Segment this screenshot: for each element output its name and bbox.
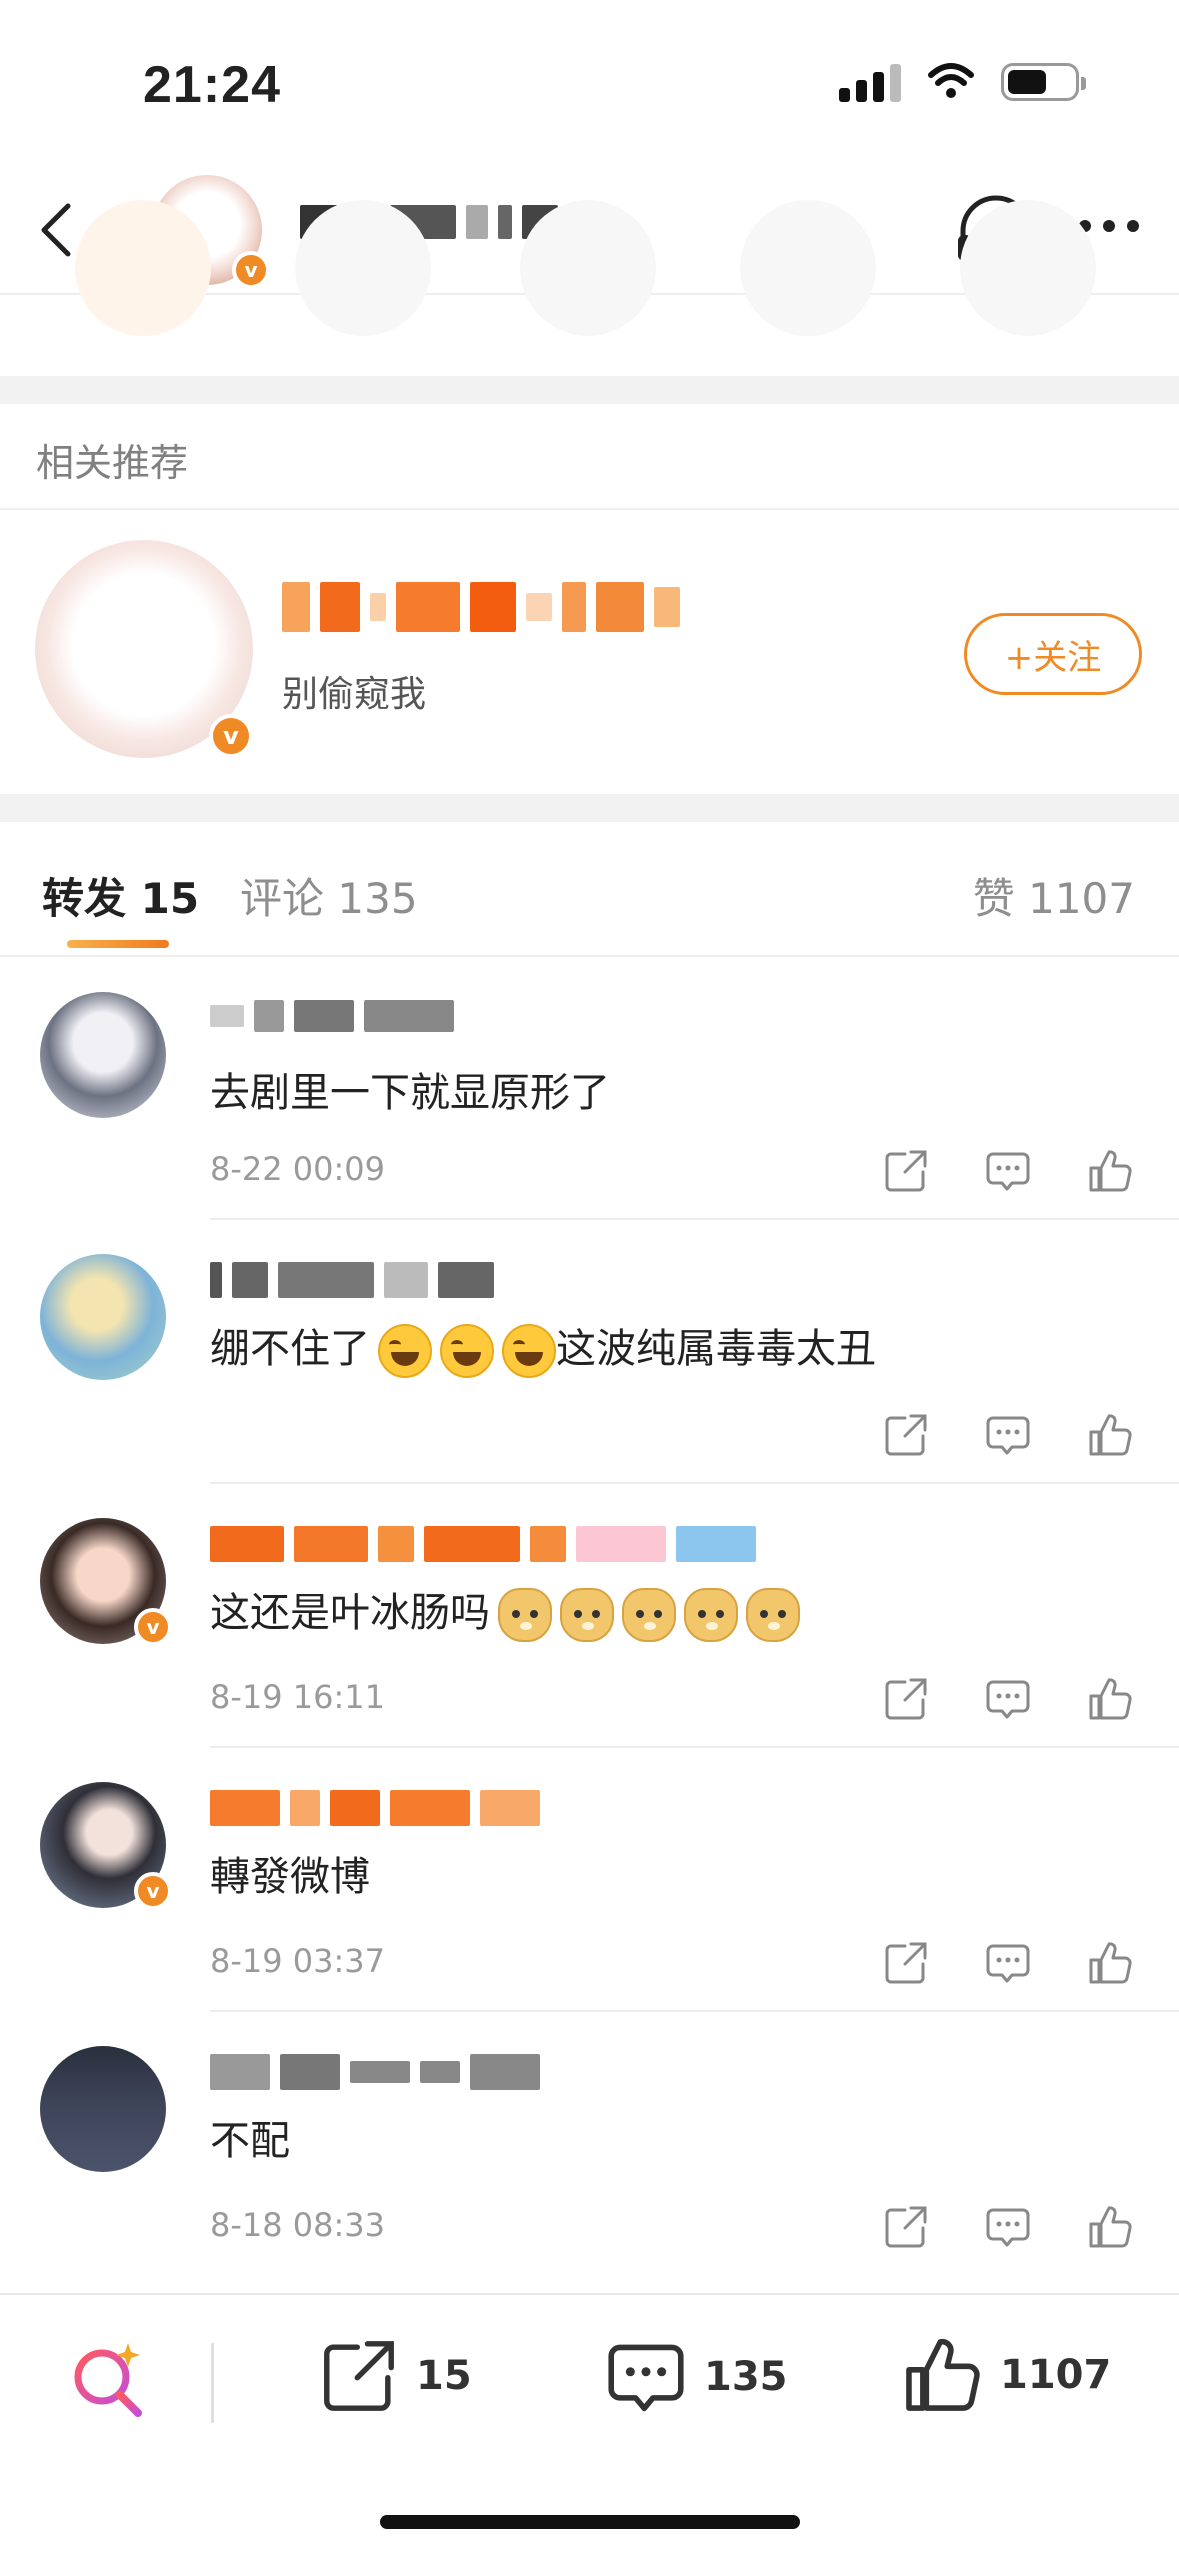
avatar[interactable]: v <box>40 1782 172 1910</box>
share-target-circle[interactable] <box>520 200 656 336</box>
battery-icon <box>1001 63 1086 101</box>
timestamp: 8-22 00:09 <box>210 1150 386 1188</box>
doge-emoji-icon <box>622 1588 676 1642</box>
comment-text: 轉發微博 <box>210 1854 370 1900</box>
laugh-cry-emoji-icon <box>378 1324 432 1378</box>
list-item[interactable]: 不配 8-18 08:33 <box>0 2012 1179 2282</box>
wifi-icon <box>928 63 974 98</box>
like-action[interactable]: 1107 <box>902 2335 1111 2415</box>
doge-emoji-icon <box>560 1588 614 1642</box>
section-divider <box>0 794 1179 822</box>
like-icon[interactable] <box>1087 1412 1133 1458</box>
like-count: 1107 <box>1000 2352 1112 2398</box>
tab-repost[interactable]: 转发 15 <box>42 865 199 926</box>
repost-action[interactable]: 15 <box>320 2337 472 2415</box>
doge-emoji-icon <box>684 1588 738 1642</box>
divider <box>0 955 1179 957</box>
recommended-user-name-redacted[interactable] <box>282 582 680 632</box>
comment-icon <box>608 2344 684 2412</box>
repost-icon[interactable] <box>883 1148 929 1194</box>
cellular-signal-icon <box>839 62 901 102</box>
avatar[interactable] <box>40 2046 166 2172</box>
active-tab-indicator <box>67 940 169 948</box>
avatar[interactable] <box>40 992 166 1118</box>
like-icon[interactable] <box>1087 2204 1133 2250</box>
comment-icon[interactable] <box>985 1412 1031 1458</box>
section-divider <box>0 376 1179 404</box>
comment-text-continued: 这波纯属毒毒太丑 <box>556 1326 876 1372</box>
tab-like-label: 赞 <box>972 874 1015 923</box>
repost-icon[interactable] <box>883 1676 929 1722</box>
related-section-title: 相关推荐 <box>36 441 189 485</box>
like-icon <box>906 2338 980 2411</box>
like-icon[interactable] <box>1087 1940 1133 1986</box>
share-target-circle[interactable] <box>740 200 876 336</box>
comment-count: 135 <box>704 2354 788 2400</box>
tab-like-count: 1107 <box>1028 874 1135 923</box>
search-sparkle-icon[interactable] <box>68 2339 148 2419</box>
repost-icon[interactable] <box>883 2204 929 2250</box>
repost-icon[interactable] <box>883 1412 929 1458</box>
timestamp: 8-19 16:11 <box>210 1678 386 1716</box>
doge-emoji-icon <box>746 1588 800 1642</box>
divider <box>0 508 1179 510</box>
list-item[interactable]: v 这还是叶冰肠吗 8-19 16:11 <box>0 1484 1179 1748</box>
tab-repost-label: 转发 <box>42 874 127 923</box>
avatar[interactable] <box>40 1254 166 1380</box>
share-target-circle[interactable] <box>960 200 1096 336</box>
username-redacted[interactable] <box>210 1790 540 1826</box>
comment-icon[interactable] <box>985 1148 1031 1194</box>
laugh-cry-emoji-icon <box>502 1324 556 1378</box>
status-icons <box>839 62 1086 102</box>
like-icon[interactable] <box>1087 1148 1133 1194</box>
repost-count: 15 <box>416 2353 472 2399</box>
username-redacted[interactable] <box>210 1000 454 1032</box>
username-redacted[interactable] <box>210 1526 756 1562</box>
comment-text: 这还是叶冰肠吗 <box>210 1590 490 1636</box>
tab-like[interactable]: 赞 1107 <box>973 865 1135 926</box>
like-icon[interactable] <box>1087 1676 1133 1722</box>
home-indicator[interactable] <box>380 2515 800 2529</box>
list-item[interactable]: v 轉發微博 8-19 03:37 <box>0 1748 1179 2012</box>
comment-action[interactable]: 135 <box>606 2337 788 2417</box>
comment-text: 绷不住了 <box>210 1326 370 1372</box>
timestamp: 8-19 03:37 <box>210 1942 386 1980</box>
tab-comment-count: 135 <box>337 874 418 923</box>
tab-repost-count: 15 <box>140 874 200 923</box>
comment-text-line: 这还是叶冰肠吗 <box>210 1580 800 1642</box>
share-target-circle[interactable] <box>295 200 431 336</box>
timestamp: 8-18 08:33 <box>210 2206 386 2244</box>
share-target-circle[interactable] <box>75 200 211 336</box>
username-redacted[interactable] <box>210 1262 494 1298</box>
repost-icon[interactable] <box>883 1940 929 1986</box>
more-options-icon[interactable] <box>1079 220 1139 232</box>
avatar[interactable]: v <box>40 1518 172 1646</box>
tab-comment-label: 评论 <box>240 874 325 923</box>
doge-emoji-icon <box>498 1588 552 1642</box>
comment-icon[interactable] <box>985 1676 1031 1722</box>
recommended-user-avatar[interactable]: v <box>35 540 253 758</box>
follow-button[interactable]: +关注 <box>964 613 1142 695</box>
verified-badge-icon: v <box>134 1608 172 1646</box>
repost-icon <box>324 2341 394 2411</box>
verified-badge-icon: v <box>232 251 270 289</box>
comment-text: 不配 <box>210 2118 290 2164</box>
verified-badge-icon: v <box>209 714 253 758</box>
divider <box>211 2343 214 2423</box>
verified-badge-icon: v <box>134 1872 172 1910</box>
recommended-user-description: 别偷窥我 <box>282 674 427 715</box>
comment-icon[interactable] <box>985 1940 1031 1986</box>
comment-text-line: 绷不住了 这波纯属毒毒太丑 <box>210 1316 876 1378</box>
tab-comment[interactable]: 评论 135 <box>240 865 418 926</box>
laugh-cry-emoji-icon <box>440 1324 494 1378</box>
comment-text: 去剧里一下就显原形了 <box>210 1070 610 1116</box>
comment-icon[interactable] <box>985 2204 1031 2250</box>
list-item[interactable]: 绷不住了 这波纯属毒毒太丑 <box>0 1220 1179 1484</box>
list-item[interactable]: 去剧里一下就显原形了 8-22 00:09 <box>0 958 1179 1220</box>
status-time: 21:24 <box>143 56 281 114</box>
username-redacted[interactable] <box>210 2054 540 2090</box>
